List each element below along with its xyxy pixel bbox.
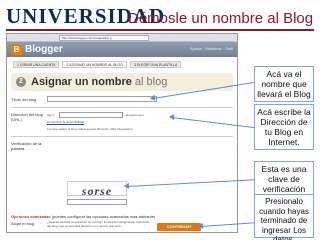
note-captcha: Esta es una clave de verificación [254,161,314,197]
blogger-logo-icon: B [11,44,22,55]
note-blog-name: Acá va el nombre que llevará el Blog [254,66,314,102]
step-indicator: 1 CREAR UNA CUENTA 2 ASIGNAR UN NOMBRE A… [13,61,182,69]
address-help-text: Los que visiten el blog utilizarán esta … [47,127,133,131]
blogger-brand: Blogger [25,44,63,55]
page-title: Asignar un nombre al blog [31,76,168,88]
host-blog-label: Alojar el blog [11,221,35,226]
blogger-top-links[interactable]: Ayuda · Sistemas · Salir [190,46,233,51]
browser-toolbar: http://www.blogger.com/create-blog.g [7,34,237,42]
blogger-header: B Blogger Ayuda · Sistemas · Salir [7,42,237,57]
note-continue: Presionalo cuando hayas terminado de ing… [254,194,314,240]
address-suffix: .blogspot.com [125,113,144,117]
step-name-blog: 2 ASIGNAR UN NOMBRE AL BLOG [62,61,127,68]
address-bar[interactable]: http://www.blogger.com/create-blog.g [59,35,149,41]
captcha-input[interactable] [67,199,127,205]
step-create-account: 1 CREAR UNA CUENTA [13,61,60,68]
step-choose-template: 3 ELEGIR UNA PLANTILLA [129,61,182,68]
divider [11,136,233,137]
host-blog-text: ¿Deseas cambiar la ubicación de tu blog?… [47,220,150,228]
step-number-badge: 2 [16,77,26,87]
continue-button[interactable]: CONTINUAR [157,223,201,231]
advanced-options: Opciones avanzadas (puedes configurar la… [11,214,156,219]
address-prefix: http:// [47,113,55,117]
blog-address-input[interactable] [59,112,123,118]
captcha-image: sorse [67,181,127,198]
divider [11,107,233,108]
check-availability-link[interactable]: Comprobar la disponibilidad [47,120,84,124]
title-rule [6,29,314,31]
blog-address-label: Dirección del blog (URL) [11,112,43,122]
blogger-screenshot: http://www.blogger.com/create-blog.g B B… [6,33,238,233]
word-verification-label: Verificación de la palabra [11,141,42,151]
blog-title-input[interactable] [47,96,157,102]
slide-title: Démosle un nombre al Blog [128,10,314,27]
section-heading: 2 Asignar un nombre al blog [11,73,233,91]
blog-title-label: Título del blog [11,97,37,102]
note-blog-address: Acá escribe la Dirección de tu Blog en I… [254,104,314,150]
